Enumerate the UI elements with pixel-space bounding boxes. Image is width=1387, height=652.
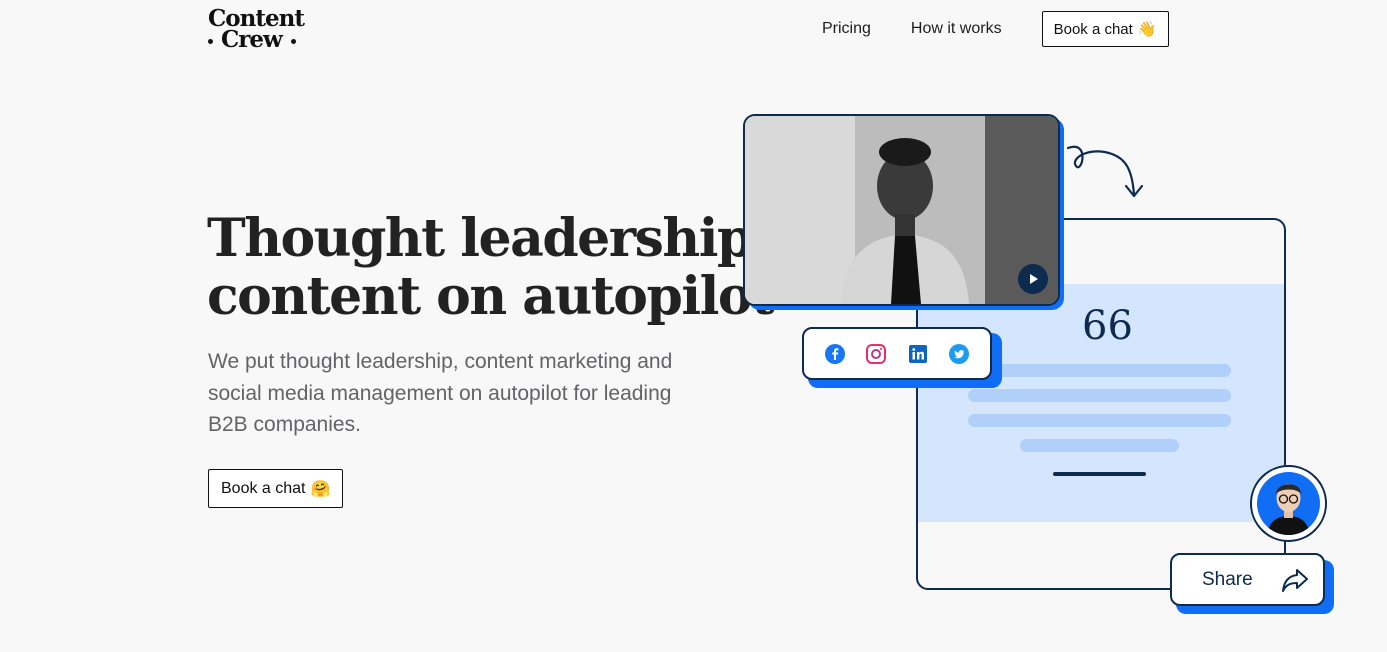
curly-arrow-icon bbox=[1066, 145, 1144, 198]
logo-dot bbox=[208, 39, 213, 44]
divider-line bbox=[1053, 472, 1146, 476]
hero-title-line2: content on autopilot bbox=[207, 266, 775, 327]
text-line-placeholder bbox=[968, 414, 1231, 427]
instagram-icon[interactable] bbox=[866, 343, 887, 364]
linkedin-icon[interactable] bbox=[908, 344, 928, 364]
hero-illustration: 66 Share bbox=[740, 110, 1340, 620]
nav-book-chat-label: Book a chat bbox=[1053, 20, 1133, 38]
nav-book-chat-button[interactable]: Book a chat 👋 bbox=[1041, 11, 1169, 47]
text-line-placeholder bbox=[968, 364, 1231, 377]
quote-card-body: 66 bbox=[918, 284, 1284, 522]
person-icon bbox=[1267, 484, 1310, 535]
brand-logo[interactable]: Content Crew bbox=[207, 6, 305, 53]
text-line-placeholder bbox=[1020, 439, 1179, 452]
play-icon bbox=[1030, 274, 1038, 284]
avatar bbox=[1250, 465, 1327, 542]
quote-mark: 66 bbox=[1082, 303, 1133, 349]
hugging-face-icon: 🤗 bbox=[310, 480, 331, 498]
logo-dot bbox=[291, 39, 296, 44]
hero-subtitle: We put thought leadership, content marke… bbox=[208, 350, 673, 436]
avatar-photo bbox=[1257, 472, 1320, 535]
person-photo bbox=[745, 116, 1058, 304]
hero-book-chat-label: Book a chat bbox=[221, 479, 306, 497]
logo-text-line2: Crew bbox=[221, 26, 283, 53]
top-nav: Pricing How it works Book a chat 👋 bbox=[822, 11, 1169, 47]
hero-title-line1: Thought leadership bbox=[207, 208, 753, 269]
text-line-placeholder bbox=[968, 389, 1231, 402]
nav-link-pricing[interactable]: Pricing bbox=[822, 20, 871, 38]
play-button[interactable] bbox=[1018, 264, 1048, 294]
hero-title: Thought leadership content on autopilot bbox=[207, 208, 775, 327]
hero-book-chat-button[interactable]: Book a chat 🤗 bbox=[208, 469, 344, 508]
twitter-icon[interactable] bbox=[949, 343, 970, 364]
waving-hand-icon: 👋 bbox=[1137, 21, 1157, 38]
social-icons-bar bbox=[802, 327, 992, 380]
share-arrow-icon bbox=[1281, 568, 1308, 592]
nav-link-how-it-works[interactable]: How it works bbox=[911, 20, 1002, 38]
facebook-icon[interactable] bbox=[824, 343, 845, 364]
share-button[interactable]: Share bbox=[1170, 553, 1325, 606]
share-label: Share bbox=[1202, 568, 1253, 590]
video-thumbnail[interactable] bbox=[743, 114, 1060, 306]
